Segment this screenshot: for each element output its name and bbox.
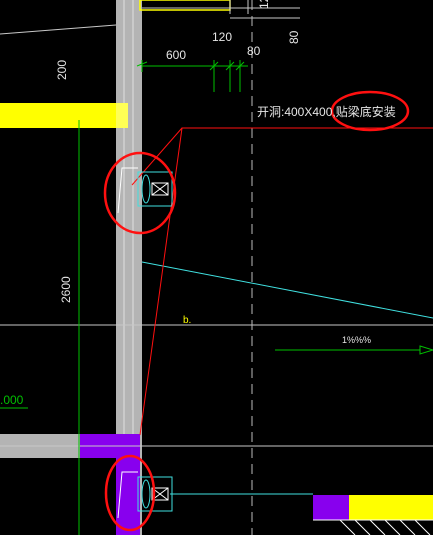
dim-600: 600 bbox=[166, 48, 186, 62]
dim-12-partial: 12 bbox=[257, 0, 271, 9]
dim-80: 80 bbox=[247, 44, 261, 58]
column-purple-right bbox=[313, 495, 349, 520]
dim-80-vertical: 80 bbox=[287, 30, 301, 44]
beam-bottom-right bbox=[348, 495, 433, 520]
dim-2600: 2600 bbox=[59, 276, 73, 303]
beam-joint bbox=[116, 103, 128, 128]
level-value: .000 bbox=[0, 393, 24, 407]
beam-left-yellow bbox=[0, 103, 128, 128]
marker-b: b. bbox=[183, 315, 191, 326]
dim-120: 120 bbox=[212, 30, 232, 44]
slope-label: 1%%% bbox=[342, 335, 371, 345]
opening-note: 开洞:400X400,贴梁底安装 bbox=[257, 104, 396, 119]
dim-200: 200 bbox=[55, 60, 69, 80]
cad-drawing-canvas[interactable]: 12 80 120 80 600 200 2600 开洞:400X400,贴梁底… bbox=[0, 0, 433, 535]
